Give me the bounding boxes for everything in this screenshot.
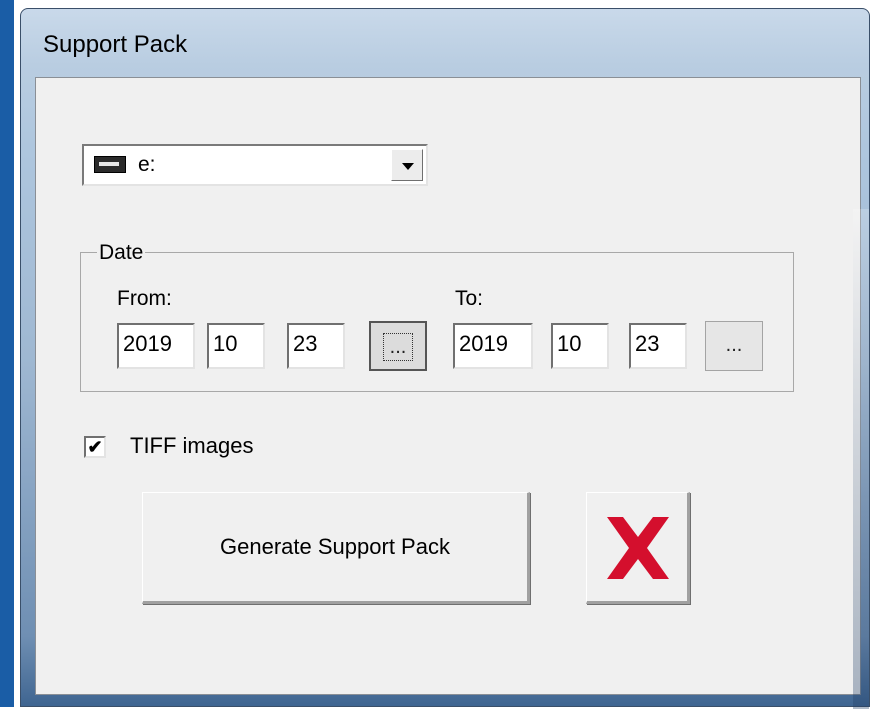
drive-select[interactable]: e:	[82, 144, 428, 186]
date-group-label: Date	[97, 241, 146, 265]
to-month-input[interactable]: 10	[551, 323, 609, 369]
from-year-input[interactable]: 2019	[117, 323, 195, 369]
to-year-input[interactable]: 2019	[453, 323, 533, 369]
dialog-client-area: e: Date From: 2019 10 23 ... To: 2019 10…	[35, 77, 861, 695]
date-group: Date From: 2019 10 23 ... To: 2019 10 23…	[80, 241, 794, 392]
background-strip	[0, 0, 14, 707]
from-month-input[interactable]: 10	[207, 323, 265, 369]
close-icon	[607, 517, 669, 579]
drive-icon	[94, 156, 126, 173]
to-date-picker-button[interactable]: ...	[705, 321, 763, 371]
drive-select-value: e:	[138, 153, 156, 176]
from-date-picker-button[interactable]: ...	[369, 321, 427, 371]
cancel-button[interactable]	[586, 492, 690, 604]
support-pack-dialog: Support Pack e: Date From: 2019 10 23 ..…	[20, 8, 870, 709]
to-label: To:	[455, 287, 484, 310]
window-title: Support Pack	[43, 31, 188, 58]
from-date-picker-label: ...	[382, 333, 414, 361]
generate-support-pack-button[interactable]: Generate Support Pack	[142, 492, 530, 604]
chevron-down-icon[interactable]	[391, 149, 423, 181]
to-day-input[interactable]: 23	[629, 323, 687, 369]
from-day-input[interactable]: 23	[287, 323, 345, 369]
tiff-images-checkbox[interactable]: ✔	[84, 436, 106, 458]
from-label: From:	[117, 287, 172, 310]
tiff-images-label[interactable]: TIFF images	[130, 433, 253, 459]
